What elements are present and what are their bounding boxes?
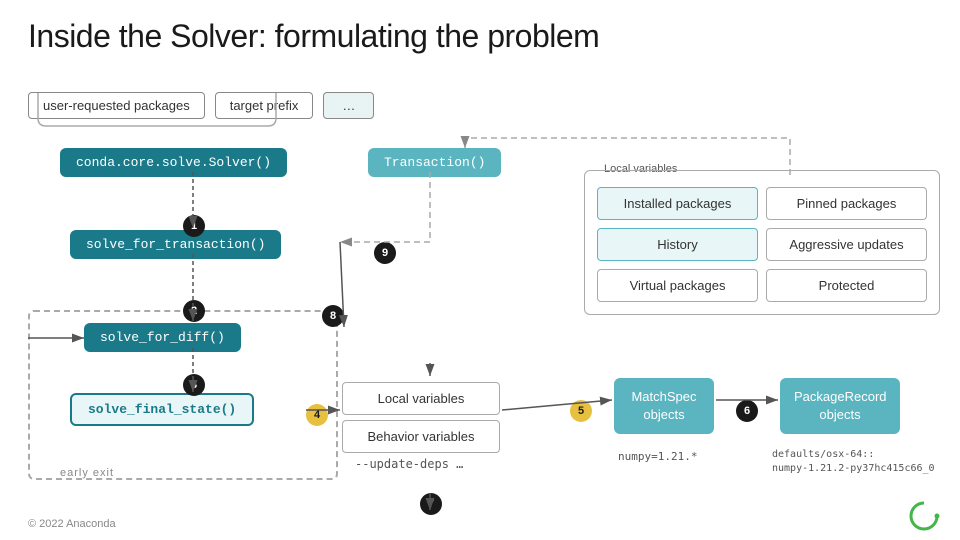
update-deps-label: --update-deps … [355,457,463,471]
footer-copyright: © 2022 Anaconda [28,518,116,530]
transaction-fn-box: Transaction() [368,148,501,177]
anaconda-logo [908,500,940,532]
dotted-rect-diff [28,310,338,480]
numpy-example-label: numpy=1.21.* [618,450,697,463]
installed-packages-cell: Installed packages [597,187,758,220]
local-variables-box: Installed packages Pinned packages Histo… [584,170,940,315]
user-requested-input: user-requested packages [28,92,205,119]
target-prefix-input: target prefix [215,92,314,119]
badge-3: 3 [183,374,205,396]
page-title: Inside the Solver: formulating the probl… [28,18,599,55]
solve-for-transaction-fn-box: solve_for_transaction() [70,230,281,259]
badge-7: 7 [420,493,442,515]
behavior-vars-box: Behavior variables [342,420,500,453]
badge-4: 4 [306,404,328,426]
virtual-packages-cell: Virtual packages [597,269,758,302]
badge-2: 2 [183,300,205,322]
badge-5: 5 [570,400,592,422]
bottom-local-vars-box: Local variables [342,382,500,415]
pkg-record-box: PackageRecord objects [780,378,900,434]
early-exit-label: early exit [60,467,114,479]
aggressive-updates-cell: Aggressive updates [766,228,927,261]
badge-9: 9 [374,242,396,264]
pinned-packages-cell: Pinned packages [766,187,927,220]
badge-1: 1 [183,215,205,237]
defaults-example-label: defaults/osx-64::numpy-1.21.2-py37hc415c… [772,448,935,476]
solver-fn-box: conda.core.solve.Solver() [60,148,287,177]
ellipsis-input: … [323,92,374,119]
badge-8: 8 [322,305,344,327]
badge-6: 6 [736,400,758,422]
protected-cell: Protected [766,269,927,302]
match-spec-box: MatchSpec objects [614,378,714,434]
history-cell: History [597,228,758,261]
